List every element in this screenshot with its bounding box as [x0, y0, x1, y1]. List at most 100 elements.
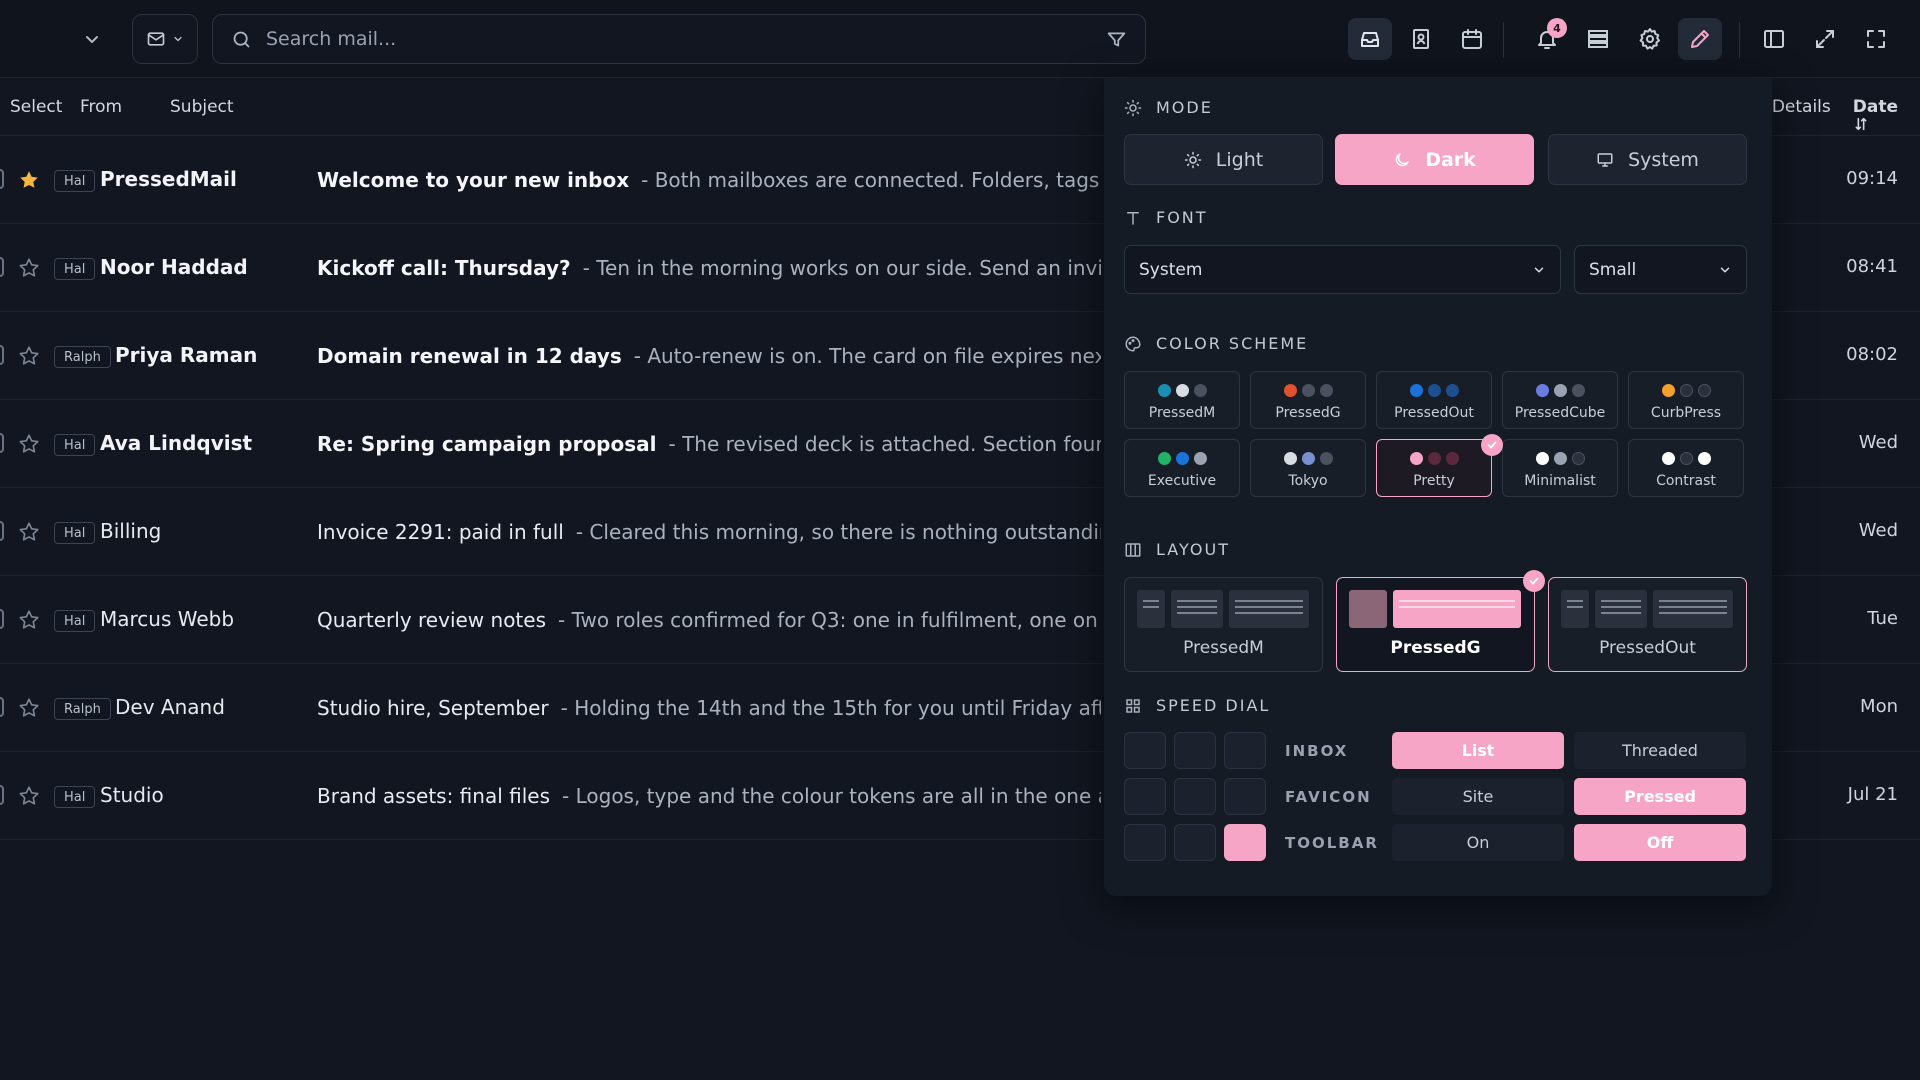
sun-icon — [1184, 151, 1202, 169]
speed-dial-slot[interactable] — [1224, 778, 1266, 815]
account-tag: Hal — [54, 786, 96, 808]
row-checkbox[interactable] — [0, 785, 4, 805]
search-input[interactable] — [266, 28, 1106, 50]
row-checkbox[interactable] — [0, 609, 4, 629]
search-bar — [212, 14, 1146, 64]
scheme-contrast[interactable]: Contrast — [1628, 439, 1744, 497]
star-icon[interactable] — [18, 609, 40, 631]
email-preview: - Ten in the morning works on our side. … — [582, 256, 1101, 280]
column-subject[interactable]: Subject — [170, 97, 234, 117]
expand-arrows-icon — [1813, 27, 1837, 51]
layout-preview-pane — [1595, 590, 1647, 628]
columns-icon — [1124, 541, 1142, 559]
chevron-down-icon — [172, 33, 184, 45]
mode-system-button[interactable]: System — [1548, 134, 1747, 185]
star-icon[interactable] — [18, 521, 40, 543]
palette-icon — [1124, 335, 1142, 353]
appearance-button[interactable] — [1678, 18, 1722, 60]
sun-icon — [1124, 99, 1142, 117]
email-summary: Welcome to your new inbox - Both mailboxe… — [317, 168, 1101, 192]
column-date-sort[interactable]: Date — [1852, 97, 1898, 131]
inbox-threaded-option[interactable]: Threaded — [1574, 732, 1746, 769]
layout-pressedout[interactable]: PressedOut — [1548, 577, 1747, 672]
favicon-pressed-option[interactable]: Pressed — [1574, 778, 1746, 815]
font-size-select[interactable]: Small — [1574, 245, 1747, 294]
star-icon[interactable] — [18, 697, 40, 719]
scheme-pressedm[interactable]: PressedM — [1124, 371, 1240, 429]
fullscreen-button[interactable] — [1854, 18, 1898, 60]
chevron-down-icon — [1532, 263, 1546, 277]
star-icon[interactable] — [18, 785, 40, 807]
layout-pressedg[interactable]: PressedG — [1336, 577, 1535, 672]
account-switcher-chevron-icon[interactable] — [80, 27, 104, 51]
speed-dial-slot-active[interactable] — [1224, 824, 1266, 861]
email-subject: Welcome to your new inbox — [317, 168, 630, 192]
inbox-view-button[interactable] — [1348, 18, 1392, 60]
star-icon[interactable] — [18, 433, 40, 455]
speed-dial-slot[interactable] — [1124, 824, 1166, 861]
inbox-list-option[interactable]: List — [1392, 732, 1564, 769]
notifications-button[interactable]: 4 — [1525, 18, 1569, 60]
mode-light-button[interactable]: Light — [1124, 134, 1323, 185]
email-time: 08:02 — [1846, 344, 1898, 365]
calendar-button[interactable] — [1450, 18, 1494, 60]
scheme-curbpress[interactable]: CurbPress — [1628, 371, 1744, 429]
contacts-button[interactable] — [1399, 18, 1443, 60]
mailbox-selector-button[interactable] — [132, 14, 198, 64]
filter-icon[interactable] — [1106, 29, 1127, 50]
speed-dial-slot[interactable] — [1174, 732, 1216, 769]
favicon-site-option[interactable]: Site — [1392, 778, 1564, 815]
row-checkbox[interactable] — [0, 697, 4, 717]
layout-preview-pane — [1561, 590, 1589, 628]
row-checkbox[interactable] — [0, 433, 4, 453]
column-details[interactable]: Details — [1772, 97, 1831, 117]
email-time: Tue — [1867, 608, 1898, 629]
email-sender: Priya Raman — [115, 343, 258, 367]
sort-icon — [1853, 116, 1869, 132]
appearance-panel: MODE Light Dark System FONT System Small… — [1104, 78, 1772, 896]
layout-pressedm[interactable]: PressedM — [1124, 577, 1323, 672]
row-checkbox[interactable] — [0, 257, 4, 277]
column-date: Date — [1852, 97, 1898, 117]
density-button[interactable] — [1576, 18, 1620, 60]
scheme-pressedcube[interactable]: PressedCube — [1502, 371, 1618, 429]
email-sender: PressedMail — [100, 167, 237, 191]
calendar-icon — [1460, 27, 1484, 51]
scheme-executive[interactable]: Executive — [1124, 439, 1240, 497]
speed-dial-slot[interactable] — [1124, 732, 1166, 769]
layout-preview-pane — [1229, 590, 1309, 628]
email-time: 09:14 — [1846, 168, 1898, 189]
scheme-pretty[interactable]: Pretty — [1376, 439, 1492, 497]
row-checkbox[interactable] — [0, 521, 4, 541]
column-select[interactable]: Select — [10, 97, 62, 117]
speed-dial-slot[interactable] — [1124, 778, 1166, 815]
toggle-sidebar-button[interactable] — [1752, 18, 1796, 60]
toolbar-off-option[interactable]: Off — [1574, 824, 1746, 861]
font-section-title: FONT — [1124, 208, 1208, 227]
scheme-tokyo[interactable]: Tokyo — [1250, 439, 1366, 497]
settings-button[interactable] — [1628, 18, 1672, 60]
email-preview: - Logos, type and the colour tokens are … — [562, 784, 1101, 808]
speed-dial-slot[interactable] — [1224, 732, 1266, 769]
email-preview: - Auto-renew is on. The card on file exp… — [633, 344, 1101, 368]
email-time: Wed — [1858, 520, 1898, 541]
font-family-select[interactable]: System — [1124, 245, 1561, 294]
scheme-minimalist[interactable]: Minimalist — [1502, 439, 1618, 497]
toolbar-divider — [1739, 22, 1740, 58]
column-from[interactable]: From — [80, 97, 122, 117]
star-icon[interactable] — [18, 257, 40, 279]
search-icon — [231, 29, 252, 50]
row-checkbox[interactable] — [0, 345, 4, 365]
mode-dark-button[interactable]: Dark — [1335, 134, 1534, 185]
toolbar-on-option[interactable]: On — [1392, 824, 1564, 861]
scheme-pressedout[interactable]: PressedOut — [1376, 371, 1492, 429]
email-preview: - Holding the 14th and the 15th for you … — [560, 696, 1101, 720]
speed-dial-slot[interactable] — [1174, 824, 1216, 861]
expand-button[interactable] — [1803, 18, 1847, 60]
speed-dial-slot[interactable] — [1174, 778, 1216, 815]
star-icon[interactable] — [18, 169, 40, 191]
star-icon[interactable] — [18, 345, 40, 367]
row-checkbox[interactable] — [0, 169, 4, 189]
scheme-pressedg[interactable]: PressedG — [1250, 371, 1366, 429]
email-summary: Quarterly review notes - Two roles confir… — [317, 608, 1101, 632]
